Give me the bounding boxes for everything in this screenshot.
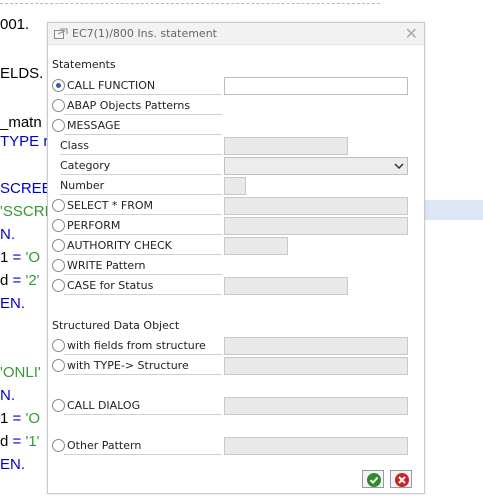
option-label: WRITE Pattern	[64, 259, 222, 275]
option-label: AUTHORITY CHECK	[64, 239, 222, 255]
code-line: TYPE r	[0, 133, 49, 150]
option-write-pattern[interactable]: WRITE Pattern	[48, 257, 424, 275]
other-pattern-input[interactable]	[224, 437, 408, 455]
option-perform[interactable]: PERFORM	[48, 217, 424, 235]
option-label: CALL DIALOG	[64, 399, 222, 415]
dialog-title: EC7(1)/800 Ins. statement	[72, 27, 217, 40]
option-label: SELECT * FROM	[64, 199, 222, 215]
option-with-type-structure[interactable]: with TYPE-> Structure	[48, 357, 424, 375]
code-line: EN.	[0, 456, 26, 473]
code-line: EN.	[0, 295, 26, 312]
option-label: PERFORM	[64, 219, 222, 235]
with-type-input[interactable]	[224, 357, 408, 375]
number-label: Number	[60, 179, 222, 195]
ok-button[interactable]	[362, 470, 384, 488]
option-select-from[interactable]: SELECT * FROM	[48, 197, 424, 215]
case-for-status-input[interactable]	[224, 277, 348, 295]
select-from-input[interactable]	[224, 197, 408, 215]
message-class-row: Class	[48, 137, 424, 155]
option-message[interactable]: MESSAGE	[48, 117, 424, 135]
category-label: Category	[60, 159, 222, 175]
code-line: ELDS.	[0, 65, 44, 82]
call-function-input[interactable]	[224, 77, 408, 95]
code-line: 'ONLI'	[0, 364, 41, 381]
option-label: ABAP Objects Patterns	[64, 99, 222, 115]
statements-heading: Statements	[52, 58, 116, 71]
cancel-button[interactable]	[390, 470, 412, 488]
checkmark-icon	[367, 473, 381, 487]
code-line: d = '1'	[0, 433, 40, 450]
dialog-titlebar: EC7(1)/800 Ins. statement ✕	[48, 23, 424, 45]
option-other-pattern[interactable]: Other Pattern	[48, 437, 424, 455]
message-category-row: Category	[48, 157, 424, 175]
insert-statement-dialog: EC7(1)/800 Ins. statement ✕ Statements C…	[47, 22, 425, 494]
option-with-fields-from-structure[interactable]: with fields from structure	[48, 337, 424, 355]
chevron-down-icon	[394, 159, 404, 176]
option-label: CASE for Status	[64, 279, 222, 295]
authority-check-input[interactable]	[224, 237, 288, 255]
option-call-dialog[interactable]: CALL DIALOG	[48, 397, 424, 415]
code-line: N.	[0, 387, 15, 404]
class-label: Class	[60, 139, 222, 155]
option-label: Other Pattern	[64, 439, 222, 455]
option-label: with fields from structure	[64, 339, 222, 355]
code-line: 'SSCRI	[0, 203, 49, 220]
option-call-function[interactable]: CALL FUNCTION	[48, 77, 424, 95]
cancel-icon	[395, 473, 409, 487]
current-line-highlight	[425, 200, 483, 220]
call-dialog-input[interactable]	[224, 397, 408, 415]
option-label: CALL FUNCTION	[64, 79, 222, 95]
editor-dashed-divider	[0, 3, 380, 4]
number-input[interactable]	[224, 177, 246, 195]
code-line: _matn	[0, 114, 42, 131]
code-line: N.	[0, 226, 15, 243]
class-input[interactable]	[224, 137, 348, 155]
category-select[interactable]	[224, 157, 408, 175]
code-line: 1 = 'O	[0, 410, 40, 427]
code-line: d = '2'	[0, 272, 40, 289]
message-number-row: Number	[48, 177, 424, 195]
insert-statement-icon	[54, 28, 68, 39]
close-icon[interactable]: ✕	[405, 24, 418, 43]
option-abap-objects-patterns[interactable]: ABAP Objects Patterns	[48, 97, 424, 115]
option-label: MESSAGE	[64, 119, 222, 135]
option-case-for-status[interactable]: CASE for Status	[48, 277, 424, 295]
code-line: 1 = 'O	[0, 249, 40, 266]
perform-input[interactable]	[224, 217, 408, 235]
structured-data-object-heading: Structured Data Object	[52, 319, 180, 332]
option-authority-check[interactable]: AUTHORITY CHECK	[48, 237, 424, 255]
code-line: 001.	[0, 16, 30, 33]
option-label: with TYPE-> Structure	[64, 359, 222, 375]
with-fields-input[interactable]	[224, 337, 408, 355]
